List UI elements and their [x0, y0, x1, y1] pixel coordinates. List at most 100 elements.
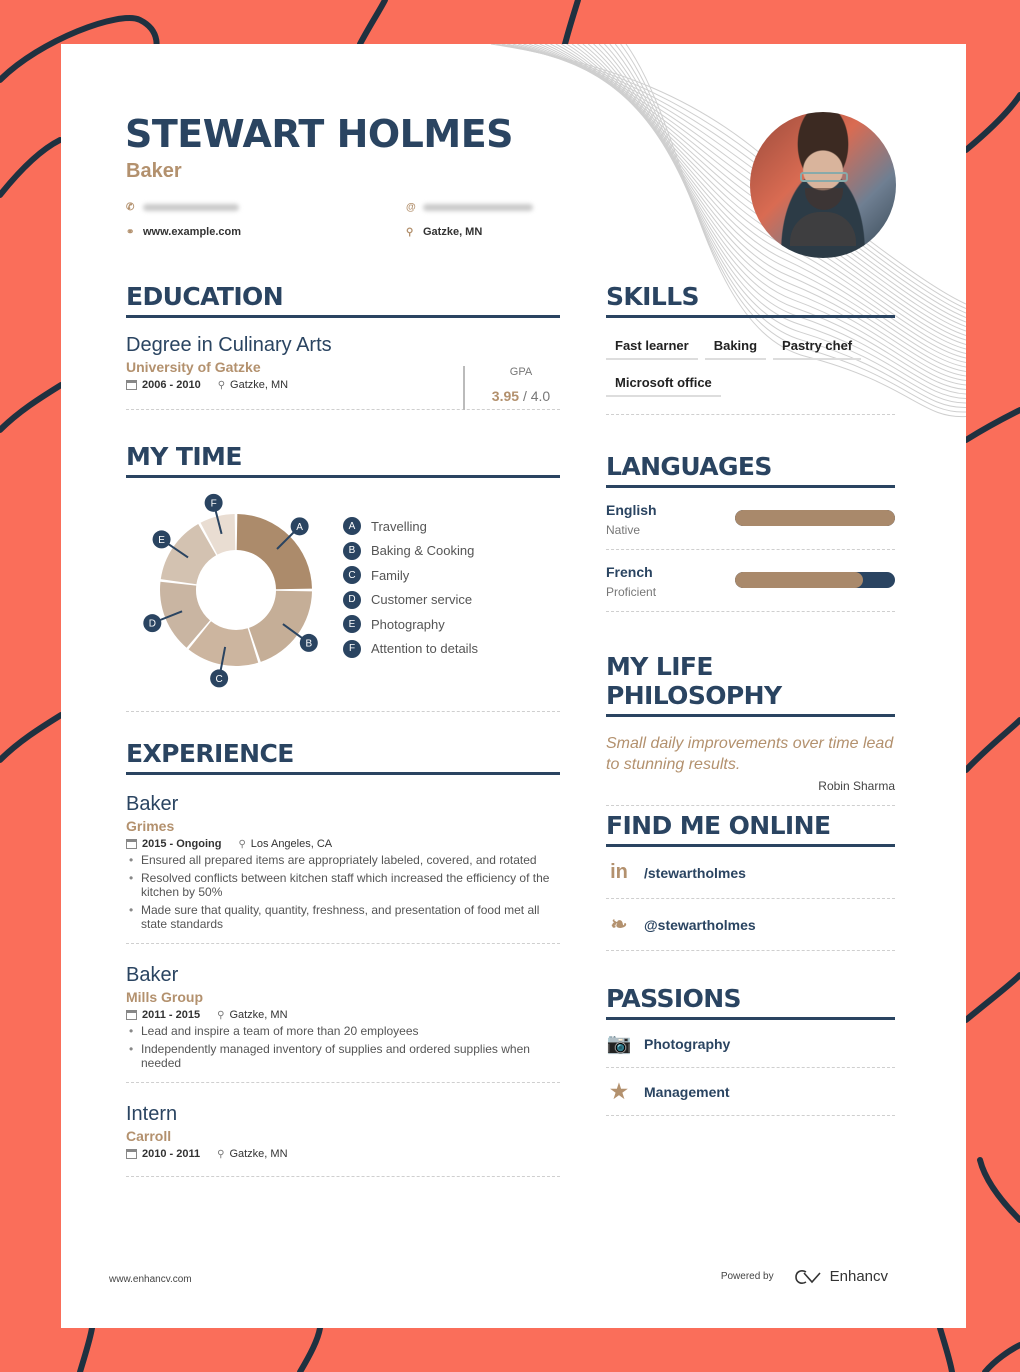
footer-branding: Powered by Enhancv: [721, 1268, 888, 1285]
linkedin-icon: in: [610, 861, 628, 883]
donut-marker-label: F: [211, 498, 217, 509]
passions-section: PASSIONS 📷 Photography ★ Management: [606, 984, 895, 1116]
skills-title: SKILLS: [606, 282, 895, 318]
location-text: Gatzke, MN: [423, 226, 483, 238]
donut-slice-b: [249, 590, 312, 662]
job-bullet: Made sure that quality, quantity, freshn…: [126, 903, 560, 931]
job-bullets: Lead and inspire a team of more than 20 …: [126, 1024, 560, 1070]
donut-marker-label: B: [305, 638, 312, 649]
job-title: Baker: [126, 793, 179, 815]
map-pin-icon: ⚲: [238, 838, 246, 850]
job-bullet: Independently managed inventory of suppl…: [126, 1042, 560, 1070]
skill-tag: Pastry chef: [773, 332, 862, 360]
passion-label: Management: [644, 1083, 730, 1100]
calendar-icon: [126, 1149, 137, 1159]
philosophy-quote: Small daily improvements over time lead …: [606, 735, 894, 773]
legend-badge: B: [343, 541, 361, 560]
skill-tag: Baking: [704, 332, 767, 360]
job-company: Carroll: [126, 1128, 172, 1144]
experience-item: Intern Carroll 2010 - 2011 ⚲ Gatzke, MN: [126, 1083, 560, 1177]
gpa-label: GPA: [509, 366, 533, 378]
footer-site-link[interactable]: www.enhancv.com: [109, 1274, 192, 1285]
find-me-online-section: FIND ME ONLINE in /stewartholmes ❧ @stew…: [606, 811, 895, 951]
job-meta: 2015 - Ongoing ⚲ Los Angeles, CA: [126, 838, 560, 850]
map-pin-icon: ⚲: [217, 1148, 225, 1160]
job-location: Gatzke, MN: [229, 1148, 288, 1160]
legend-badge: D: [343, 590, 361, 609]
at-icon: @: [406, 202, 416, 213]
legend-item: A Travelling: [343, 514, 478, 539]
linkedin-link[interactable]: in /stewartholmes: [606, 847, 895, 899]
philosophy-section: MY LIFE PHILOSOPHY Small daily improveme…: [606, 652, 895, 806]
map-pin-icon: ⚲: [217, 1009, 225, 1021]
skill-tag: Fast learner: [606, 332, 698, 360]
legend-label: Family: [371, 567, 410, 583]
contact-website[interactable]: ⚭ www.example.com: [126, 226, 241, 238]
education-location: Gatzke, MN: [230, 379, 289, 391]
website-text: www.example.com: [143, 226, 242, 238]
candidate-role: Baker: [126, 160, 182, 182]
legend-label: Customer service: [371, 592, 473, 608]
powered-by-label: Powered by: [720, 1271, 774, 1282]
passion-label: Photography: [644, 1035, 731, 1052]
legend-badge: E: [343, 615, 361, 634]
donut-marker-label: D: [149, 619, 156, 630]
gpa-value: 3.95 / 4.0: [481, 388, 561, 404]
phone-icon: ✆: [126, 202, 135, 213]
job-bullet: Ensured all prepared items are appropria…: [126, 853, 560, 867]
gpa-max: 4.0: [530, 388, 551, 404]
job-dates: 2010 - 2011: [142, 1148, 201, 1160]
job-title: Intern: [126, 1103, 178, 1125]
legend-item: C Family: [343, 563, 478, 588]
passion-item: 📷 Photography: [606, 1020, 895, 1068]
languages-title: LANGUAGES: [606, 452, 895, 488]
contact-phone[interactable]: ✆: [126, 202, 239, 213]
language-proficiency-fill: [735, 510, 895, 526]
legend-item: B Baking & Cooking: [343, 539, 478, 564]
languages-section: LANGUAGES English Native French Proficie…: [606, 452, 895, 612]
job-meta: 2011 - 2015 ⚲ Gatzke, MN: [126, 1009, 560, 1021]
legend-badge: F: [343, 639, 361, 658]
calendar-icon: [126, 380, 137, 390]
my-time-legend: A Travelling B Baking & Cooking C Family D Cust…: [343, 514, 478, 661]
degree-name: Degree in Culinary Arts: [126, 334, 332, 356]
legend-badge: A: [343, 517, 361, 536]
job-bullet: Resolved conflicts between kitchen staff…: [126, 871, 560, 899]
job-dates: 2015 - Ongoing: [142, 838, 222, 850]
job-company: Mills Group: [126, 989, 203, 1005]
my-time-section: MY TIME ABCDEF A Travelling B Baking & Cook…: [126, 442, 560, 712]
philosophy-title: MY LIFE PHILOSOPHY: [606, 652, 895, 717]
gpa-separator: /: [522, 388, 527, 404]
education-title: EDUCATION: [126, 282, 560, 318]
star-icon: ★: [610, 1081, 628, 1103]
calendar-icon: [126, 1010, 137, 1020]
twitter-link[interactable]: ❧ @stewartholmes: [606, 899, 895, 951]
gpa-score: 3.95: [491, 388, 520, 404]
language-proficiency-bar: [735, 510, 895, 526]
legend-item: D Customer service: [343, 588, 478, 613]
passions-title: PASSIONS: [606, 984, 895, 1020]
quote-author: Robin Sharma: [818, 779, 895, 793]
enhancv-logo[interactable]: Enhancv: [794, 1268, 888, 1285]
job-title: Baker: [126, 964, 179, 986]
twitter-icon: ❧: [610, 914, 628, 936]
job-location: Los Angeles, CA: [250, 838, 333, 850]
contact-location: ⚲ Gatzke, MN: [406, 226, 482, 238]
calendar-icon: [126, 839, 137, 849]
legend-label: Travelling: [371, 518, 427, 534]
brand-name: Enhancv: [829, 1268, 888, 1285]
experience-item: Baker Grimes 2015 - Ongoing ⚲ Los Angele…: [126, 775, 560, 944]
legend-item: E Photography: [343, 612, 478, 637]
job-company: Grimes: [126, 818, 175, 834]
map-pin-icon: ⚲: [406, 226, 414, 238]
linkedin-handle: /stewartholmes: [644, 864, 746, 881]
map-pin-icon: ⚲: [217, 379, 226, 391]
my-time-donut-chart: A B C D E F: [143, 493, 318, 688]
job-dates: 2011 - 2015: [142, 1009, 201, 1021]
contact-email[interactable]: @: [406, 202, 533, 213]
legend-item: F Attention to details: [343, 637, 478, 662]
skills-section: SKILLS Fast learner Baking Pastry chef Micr…: [606, 282, 895, 415]
candidate-name: STEWART HOLMES: [125, 112, 514, 156]
profile-photo: [750, 112, 896, 258]
language-proficiency-bar: [735, 572, 895, 588]
